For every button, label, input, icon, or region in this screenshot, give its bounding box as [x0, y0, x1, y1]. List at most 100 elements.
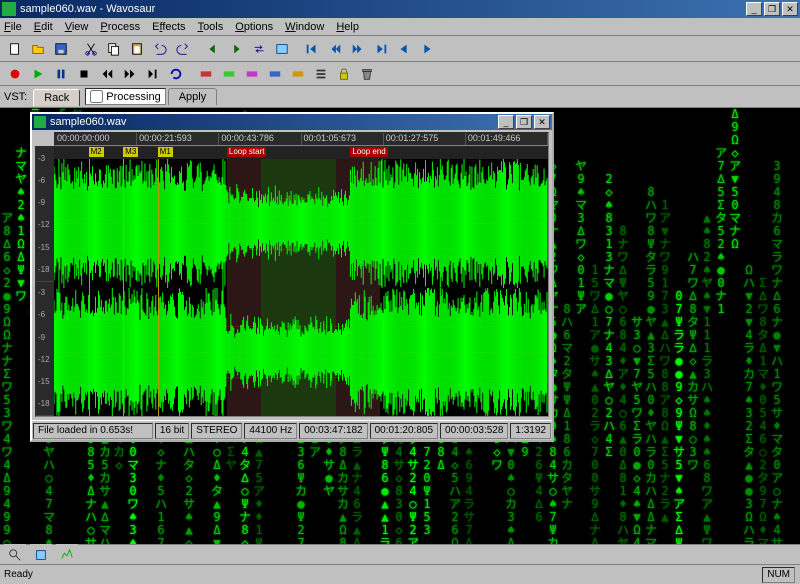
- search-icon-button[interactable]: [4, 544, 26, 566]
- app-icon: [2, 2, 16, 16]
- repeat-nav-button[interactable]: [248, 38, 270, 60]
- proc-b-button[interactable]: [218, 63, 240, 85]
- db-scale: -3-6-9-12-15-18 -3-6-9-12-15-18: [36, 147, 54, 416]
- menubar: File Edit View Process Effects Tools Opt…: [0, 18, 800, 36]
- pause-button[interactable]: [50, 63, 72, 85]
- marker-m1[interactable]: M1: [158, 147, 173, 157]
- open-button[interactable]: [27, 38, 49, 60]
- app-titlebar: sample060.wav - Wavosaur _ ❐ ✕: [0, 0, 800, 18]
- main-statusbar: Ready NUM: [0, 564, 800, 584]
- child-maximize-button[interactable]: ❐: [516, 115, 532, 129]
- channel-right: [54, 288, 548, 417]
- rewind-button[interactable]: [96, 63, 118, 85]
- status-rate: 44100 Hz: [244, 423, 297, 439]
- proc-e-button[interactable]: [287, 63, 309, 85]
- copy-button[interactable]: [103, 38, 125, 60]
- stop-button[interactable]: [73, 63, 95, 85]
- paste-button[interactable]: [126, 38, 148, 60]
- bottom-toolbar: [0, 544, 800, 564]
- marker-prev-button[interactable]: [324, 38, 346, 60]
- time-tick: 00:01:05:673: [302, 133, 384, 145]
- menu-edit[interactable]: Edit: [34, 21, 53, 33]
- menu-process[interactable]: Process: [100, 21, 140, 33]
- trash-button[interactable]: [356, 63, 378, 85]
- save-button[interactable]: [50, 38, 72, 60]
- redo-button[interactable]: [172, 38, 194, 60]
- lock-button[interactable]: [333, 63, 355, 85]
- waveform-window: sample060.wav _ ❐ ✕ 00:00:00:000 00:00:2…: [30, 112, 554, 442]
- proc-a-button[interactable]: [195, 63, 217, 85]
- menu-options[interactable]: Options: [235, 21, 273, 33]
- wave-area[interactable]: [54, 147, 548, 416]
- child-title: sample060.wav: [50, 116, 498, 128]
- vst-label: VST:: [4, 91, 27, 103]
- menu-effects[interactable]: Effects: [152, 21, 185, 33]
- time-tick: 00:00:00:000: [55, 133, 137, 145]
- fastfwd-button[interactable]: [119, 63, 141, 85]
- loop-button[interactable]: [165, 63, 187, 85]
- status-time3: 00:00:03:528: [440, 423, 508, 439]
- marker-m3[interactable]: M3: [123, 147, 138, 157]
- time-tick: 00:01:49:466: [466, 133, 548, 145]
- skip-next-button[interactable]: [416, 38, 438, 60]
- minimize-button[interactable]: _: [746, 2, 762, 16]
- analyze-icon-button[interactable]: [56, 544, 78, 566]
- record-button[interactable]: [4, 63, 26, 85]
- time-tick: 00:00:43:786: [219, 133, 301, 145]
- app-title: sample060.wav - Wavosaur: [20, 3, 746, 15]
- menu-help[interactable]: Help: [336, 21, 359, 33]
- status-time2: 00:01:20:805: [370, 423, 438, 439]
- undo-button[interactable]: [149, 38, 171, 60]
- skip-prev-button[interactable]: [393, 38, 415, 60]
- new-button[interactable]: [4, 38, 26, 60]
- nav-fwd-button[interactable]: [225, 38, 247, 60]
- status-msg: File loaded in 0.653s!: [33, 423, 153, 439]
- tab-apply[interactable]: Apply: [168, 88, 218, 105]
- marker-next-button[interactable]: [347, 38, 369, 60]
- menu-file[interactable]: File: [4, 21, 22, 33]
- status-ready: Ready: [4, 569, 33, 580]
- marker-m2[interactable]: M2: [89, 147, 104, 157]
- marker-strip[interactable]: M2 M3 M1 Loop start Loop end: [54, 147, 548, 159]
- proc-c-button[interactable]: [241, 63, 263, 85]
- cut-button[interactable]: [80, 38, 102, 60]
- nav-back-button[interactable]: [202, 38, 224, 60]
- tab-rack[interactable]: Rack: [33, 89, 80, 106]
- menu-window[interactable]: Window: [285, 21, 324, 33]
- restore-button[interactable]: ❐: [764, 2, 780, 16]
- close-button[interactable]: ✕: [782, 2, 798, 16]
- toolbar-transport: [0, 62, 800, 86]
- goto-end-button[interactable]: [142, 63, 164, 85]
- list-button[interactable]: [310, 63, 332, 85]
- time-tick: 00:01:27:575: [384, 133, 466, 145]
- child-icon: [34, 116, 46, 128]
- vst-tabbar: VST: Rack Processing Apply: [0, 86, 800, 108]
- loop-end-marker[interactable]: Loop end: [350, 147, 387, 157]
- time-tick: 00:00:21:593: [137, 133, 219, 145]
- channel-left: [54, 159, 548, 288]
- status-num: NUM: [762, 567, 795, 583]
- menu-tools[interactable]: Tools: [198, 21, 224, 33]
- time-ruler[interactable]: 00:00:00:000 00:00:21:593 00:00:43:786 0…: [54, 132, 549, 146]
- child-minimize-button[interactable]: _: [498, 115, 514, 129]
- loop-start-marker[interactable]: Loop start: [227, 147, 267, 157]
- info-icon-button[interactable]: [30, 544, 52, 566]
- mdi-workspace: ア 8 ∆ 6 ◇ 2 ● 9 Ω Ω ナ ナ Σ ワ 5 3 ワ 4 ワ 4 …: [0, 108, 800, 544]
- waveform-view[interactable]: -3-6-9-12-15-18 -3-6-9-12-15-18 M2 M3 M1…: [35, 146, 549, 417]
- status-bits: 16 bit: [155, 423, 189, 439]
- child-close-button[interactable]: ✕: [534, 115, 550, 129]
- processing-label: Processing: [106, 91, 160, 103]
- proc-d-button[interactable]: [264, 63, 286, 85]
- play-button[interactable]: [27, 63, 49, 85]
- marker-first-button[interactable]: [301, 38, 323, 60]
- menu-view[interactable]: View: [65, 21, 89, 33]
- status-channels: STEREO: [191, 423, 242, 439]
- child-titlebar[interactable]: sample060.wav _ ❐ ✕: [32, 114, 552, 130]
- child-statusbar: File loaded in 0.653s! 16 bit STEREO 441…: [32, 420, 552, 440]
- status-zoom: 1:3192: [510, 423, 551, 439]
- config-button[interactable]: [271, 38, 293, 60]
- toolbar-file: [0, 36, 800, 62]
- marker-last-button[interactable]: [370, 38, 392, 60]
- status-time1: 00:03:47:182: [299, 423, 367, 439]
- processing-checkbox[interactable]: Processing: [85, 88, 165, 105]
